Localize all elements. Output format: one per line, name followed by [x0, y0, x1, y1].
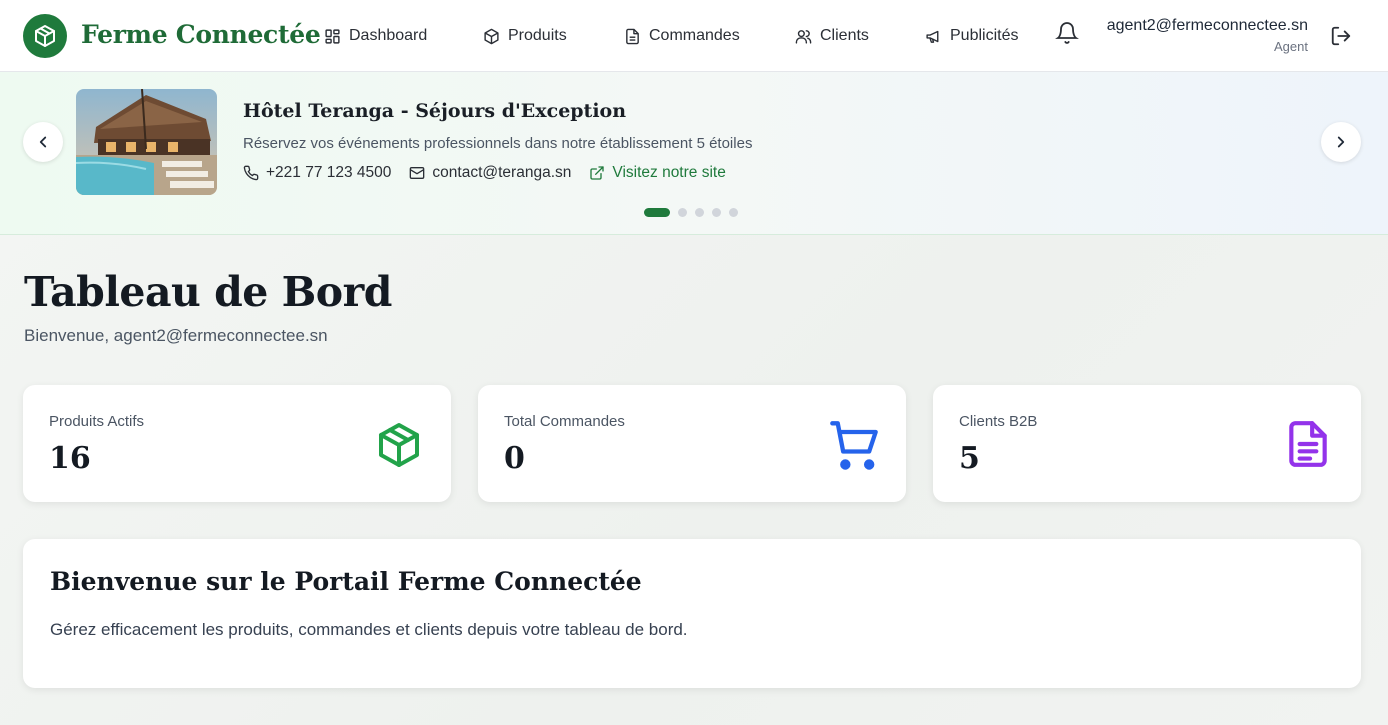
carousel-dot-3[interactable]	[695, 208, 704, 217]
carousel-dot-2[interactable]	[678, 208, 687, 217]
carousel-dots	[644, 208, 738, 217]
carousel-dot-1[interactable]	[644, 208, 670, 217]
grid-icon	[325, 28, 340, 44]
ad-email[interactable]: contact@teranga.sn	[409, 164, 571, 182]
nav-clients-label: Clients	[820, 27, 869, 44]
ad-carousel: Hôtel Teranga - Séjours d'Exception Rése…	[0, 72, 1388, 235]
ad-title: Hôtel Teranga - Séjours d'Exception	[243, 100, 627, 122]
nav-clients[interactable]: Clients	[795, 22, 869, 50]
users-icon	[795, 29, 812, 44]
stat-card-produits: Produits Actifs 16	[23, 385, 451, 502]
ad-description: Réservez vos événements professionnels d…	[243, 135, 753, 152]
package-icon	[35, 25, 55, 47]
welcome-text: Bienvenue, agent2@fermeconnectee.sn	[24, 326, 328, 345]
logout-icon[interactable]	[1330, 25, 1352, 47]
phone-icon	[243, 165, 259, 181]
carousel-dot-5[interactable]	[729, 208, 738, 217]
package-icon	[379, 423, 419, 467]
welcome-card-title: Bienvenue sur le Portail Ferme Connectée	[50, 567, 642, 596]
carousel-next-button[interactable]	[1321, 122, 1361, 162]
page-title: Tableau de Bord	[24, 268, 392, 316]
nav-dashboard[interactable]: Dashboard	[324, 22, 427, 50]
carousel-dot-4[interactable]	[712, 208, 721, 217]
ad-phone[interactable]: +221 77 123 4500	[243, 164, 391, 182]
stat-value: 0	[504, 441, 525, 476]
cart-icon	[830, 421, 878, 470]
top-navbar: Ferme Connectée Dashboard Produits Comma…	[0, 0, 1388, 72]
document-icon	[626, 28, 639, 44]
brand-name[interactable]: Ferme Connectée	[81, 20, 321, 49]
user-email: agent2@fermeconnectee.sn	[1106, 17, 1308, 34]
stat-card-clients: Clients B2B 5	[933, 385, 1361, 502]
stat-label: Total Commandes	[504, 413, 625, 430]
package-icon	[484, 28, 499, 44]
nav-dashboard-label: Dashboard	[349, 27, 428, 44]
external-link-icon	[590, 166, 605, 180]
ad-site-link-text: Visitez notre site	[612, 164, 726, 181]
nav-commandes-label: Commandes	[649, 27, 740, 44]
carousel-prev-button[interactable]	[23, 122, 63, 162]
stat-value: 16	[49, 441, 91, 476]
ad-image[interactable]	[76, 89, 217, 195]
user-role: Agent	[1274, 39, 1308, 54]
document-icon	[1289, 421, 1327, 467]
ad-phone-text: +221 77 123 4500	[266, 164, 392, 181]
ad-email-text: contact@teranga.sn	[432, 164, 572, 181]
stat-value: 5	[959, 441, 980, 476]
nav-publicites[interactable]: Publicités	[925, 22, 1018, 50]
welcome-card: Bienvenue sur le Portail Ferme Connectée…	[23, 539, 1361, 688]
mail-icon	[410, 167, 425, 179]
stat-label: Clients B2B	[959, 413, 1038, 430]
ad-contacts: +221 77 123 4500 contact@teranga.sn Visi…	[243, 164, 726, 182]
megaphone-icon	[926, 30, 939, 43]
bell-icon[interactable]	[1055, 20, 1079, 46]
nav-commandes[interactable]: Commandes	[624, 22, 740, 50]
welcome-card-text: Gérez efficacement les produits, command…	[50, 620, 688, 639]
nav-produits-label: Produits	[508, 27, 567, 44]
brand-logo[interactable]	[23, 14, 67, 58]
nav-produits[interactable]: Produits	[483, 22, 567, 50]
chevron-right-icon	[1337, 136, 1345, 148]
nav-publicites-label: Publicités	[950, 27, 1019, 44]
stat-label: Produits Actifs	[49, 413, 145, 430]
stat-card-commandes: Total Commandes 0	[478, 385, 906, 502]
chevron-left-icon	[39, 136, 47, 148]
ad-site-link[interactable]: Visitez notre site	[589, 164, 726, 182]
